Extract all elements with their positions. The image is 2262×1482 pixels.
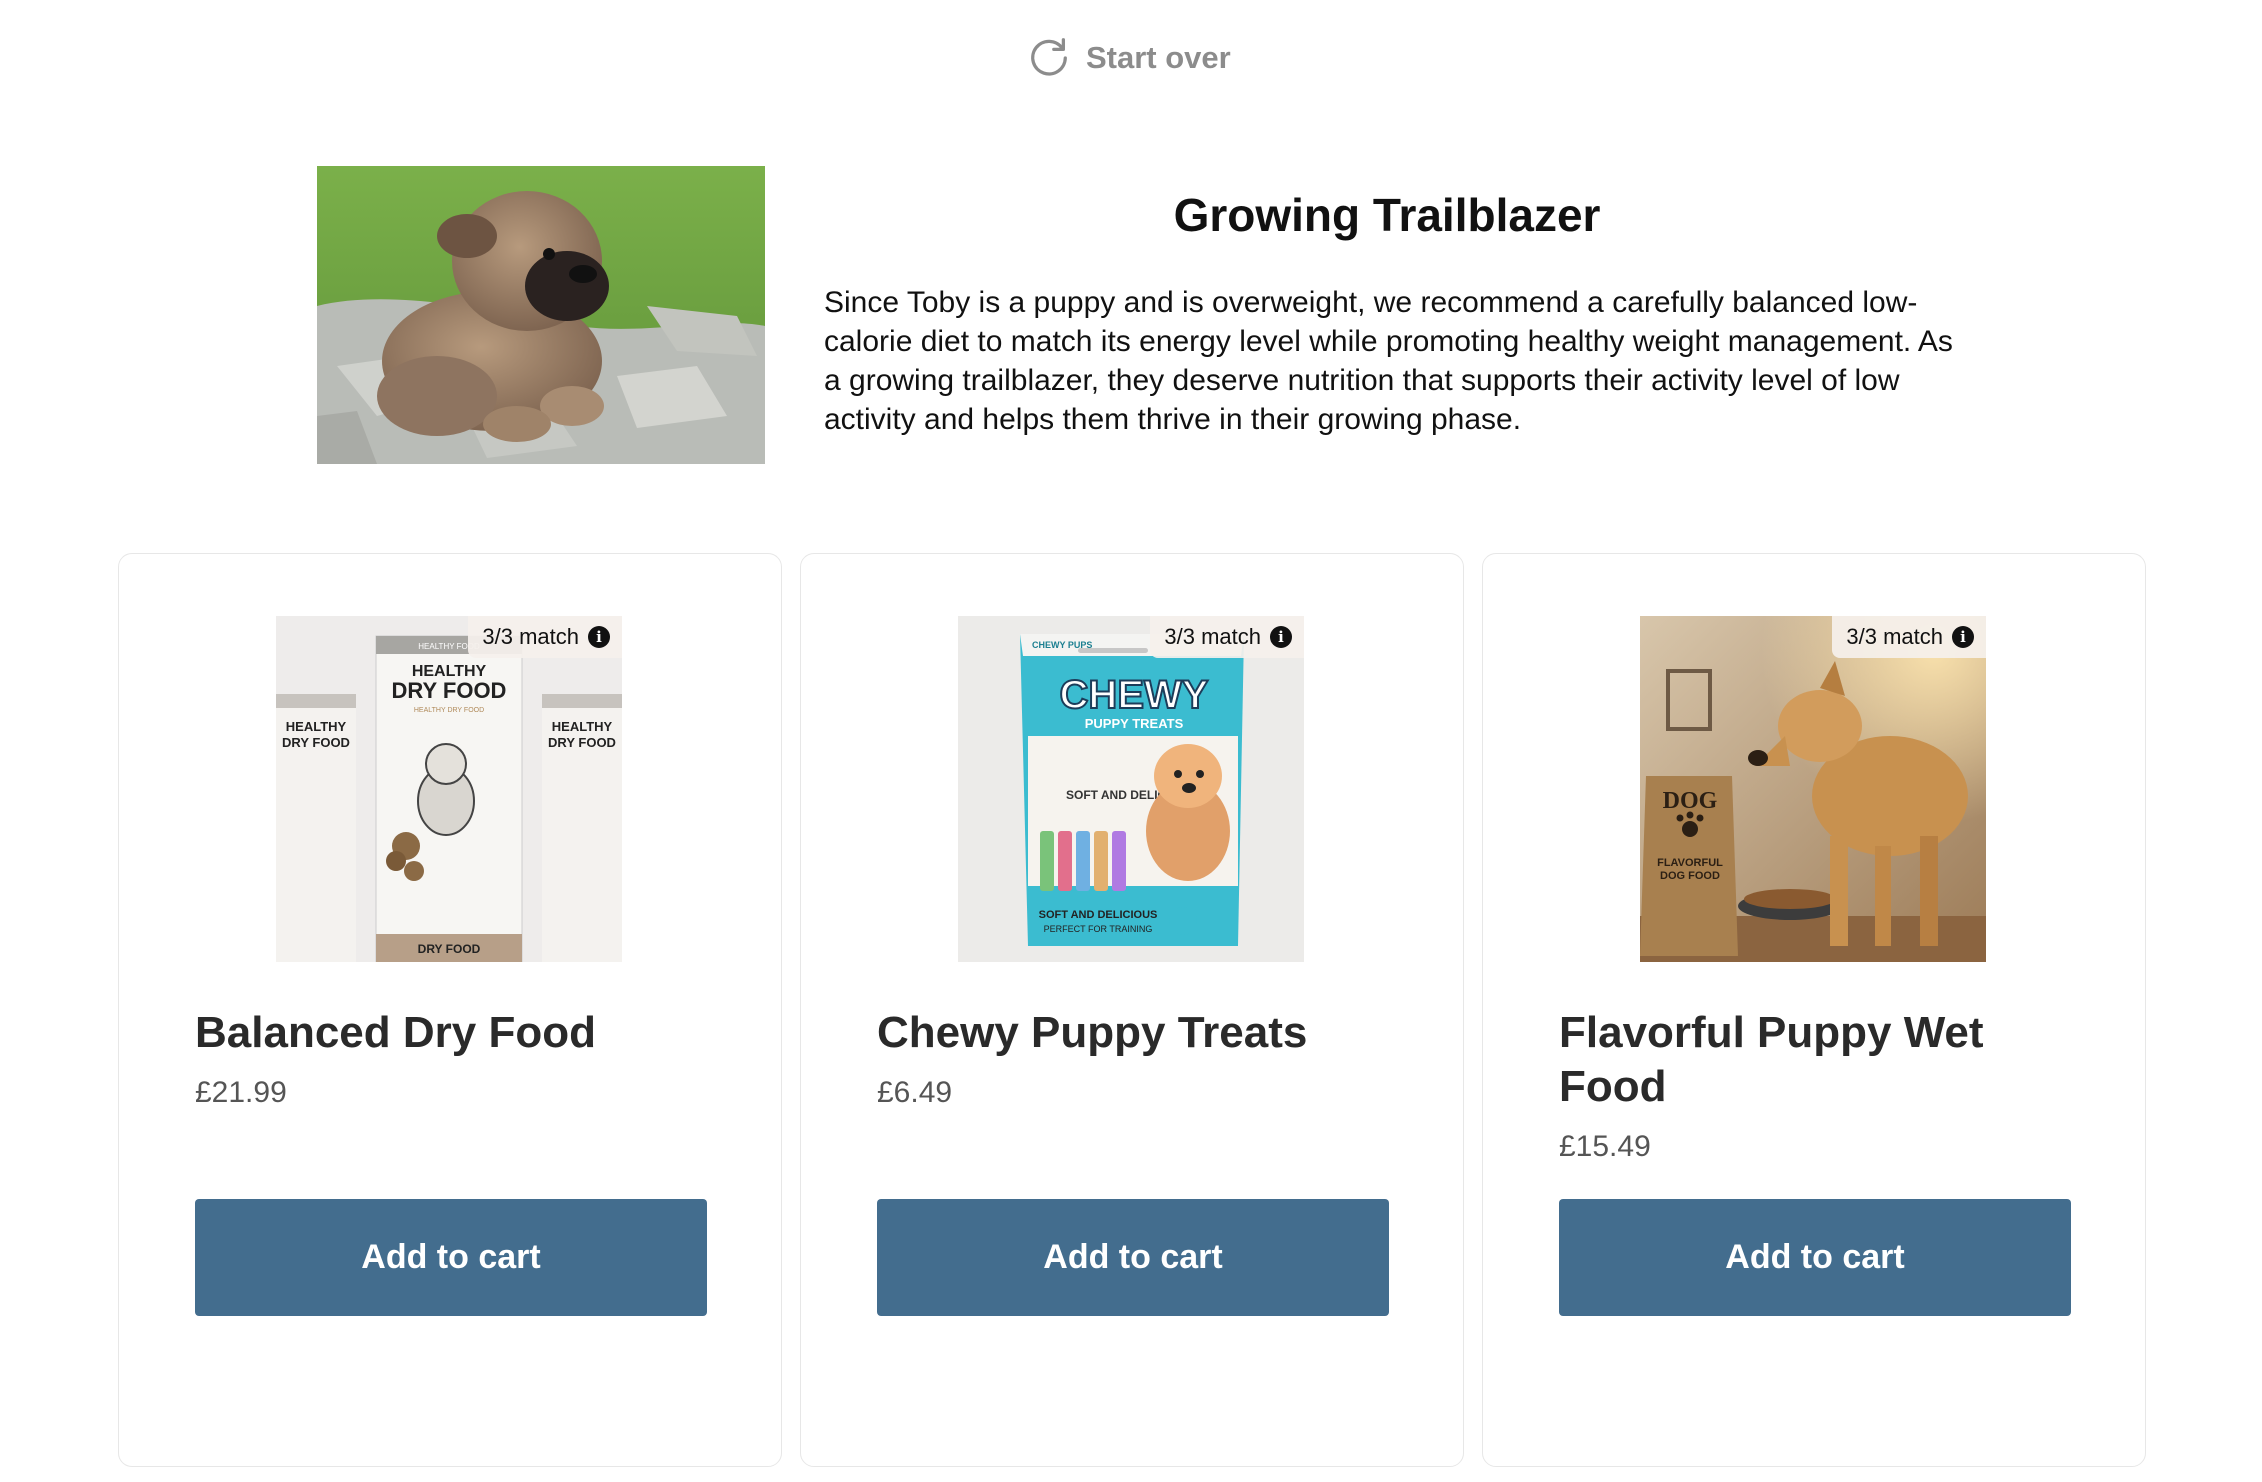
svg-text:DRY FOOD: DRY FOOD xyxy=(392,678,507,703)
svg-text:SOFT AND DELICIOUS: SOFT AND DELICIOUS xyxy=(1039,909,1158,921)
match-label: 3/3 match xyxy=(1164,624,1261,649)
results-page: Start over Growing Trailblazer Since Tob… xyxy=(0,0,2262,1482)
start-over-label: Start over xyxy=(1086,40,1231,75)
add-to-cart-button[interactable]: Add to cart xyxy=(195,1199,707,1316)
product-price: £15.49 xyxy=(1559,1130,1651,1163)
refresh-icon xyxy=(1031,38,1067,76)
info-icon[interactable]: i xyxy=(588,626,610,648)
product-name: Balanced Dry Food xyxy=(195,1008,596,1057)
match-badge: 3/3 match i xyxy=(1150,616,1304,658)
product-name: Chewy Puppy Treats xyxy=(877,1008,1308,1057)
add-to-cart-button[interactable]: Add to cart xyxy=(877,1199,1389,1316)
svg-text:HEALTHY: HEALTHY xyxy=(286,719,347,734)
product-price: £6.49 xyxy=(877,1076,953,1109)
match-label: 3/3 match xyxy=(482,624,579,649)
svg-text:CHEWY: CHEWY xyxy=(1060,673,1209,717)
svg-text:HEALTHY: HEALTHY xyxy=(552,719,613,734)
product-card: DOG FLAVORFUL DOG FOOD 3/3 match i Flavo… xyxy=(1482,553,2146,1467)
match-badge: 3/3 match i xyxy=(1832,616,1986,658)
product-image: HEALTHY DRY FOOD HEALTHY DRY FOOD HEALTH… xyxy=(276,616,622,962)
profile-title: Growing Trailblazer xyxy=(1173,189,1601,241)
svg-text:DOG FOOD: DOG FOOD xyxy=(1660,870,1720,882)
svg-text:PUPPY TREATS: PUPPY TREATS xyxy=(1085,716,1184,731)
product-price: £21.99 xyxy=(195,1076,287,1109)
svg-text:FLAVORFUL: FLAVORFUL xyxy=(1657,857,1723,869)
product-name: Flavorful Puppy Wet Food xyxy=(1559,1008,1984,1111)
product-image: DOG FLAVORFUL DOG FOOD 3/3 match i xyxy=(1640,616,1986,962)
info-icon[interactable]: i xyxy=(1952,626,1974,648)
product-card: HEALTHY DRY FOOD HEALTHY DRY FOOD HEALTH… xyxy=(118,553,782,1467)
puppy-photo xyxy=(317,166,765,464)
svg-text:DRY FOOD: DRY FOOD xyxy=(548,735,616,750)
product-image: CHEWY PUPS CHEWY PUPPY TREATS SOFT AND D… xyxy=(958,616,1304,962)
profile-description: Since Toby is a puppy and is overweight,… xyxy=(824,286,1953,436)
svg-text:DOG: DOG xyxy=(1663,788,1718,814)
add-to-cart-button[interactable]: Add to cart xyxy=(1559,1199,2071,1316)
svg-text:PERFECT FOR TRAINING: PERFECT FOR TRAINING xyxy=(1044,924,1153,934)
match-badge: 3/3 match i xyxy=(468,616,622,658)
svg-text:HEALTHY DRY FOOD: HEALTHY DRY FOOD xyxy=(414,707,484,714)
svg-text:DRY FOOD: DRY FOOD xyxy=(418,942,481,956)
product-card: CHEWY PUPS CHEWY PUPPY TREATS SOFT AND D… xyxy=(800,553,1464,1467)
start-over-button[interactable]: Start over xyxy=(1026,30,1231,86)
match-label: 3/3 match xyxy=(1846,624,1943,649)
info-icon[interactable]: i xyxy=(1270,626,1292,648)
svg-text:DRY FOOD: DRY FOOD xyxy=(282,735,350,750)
